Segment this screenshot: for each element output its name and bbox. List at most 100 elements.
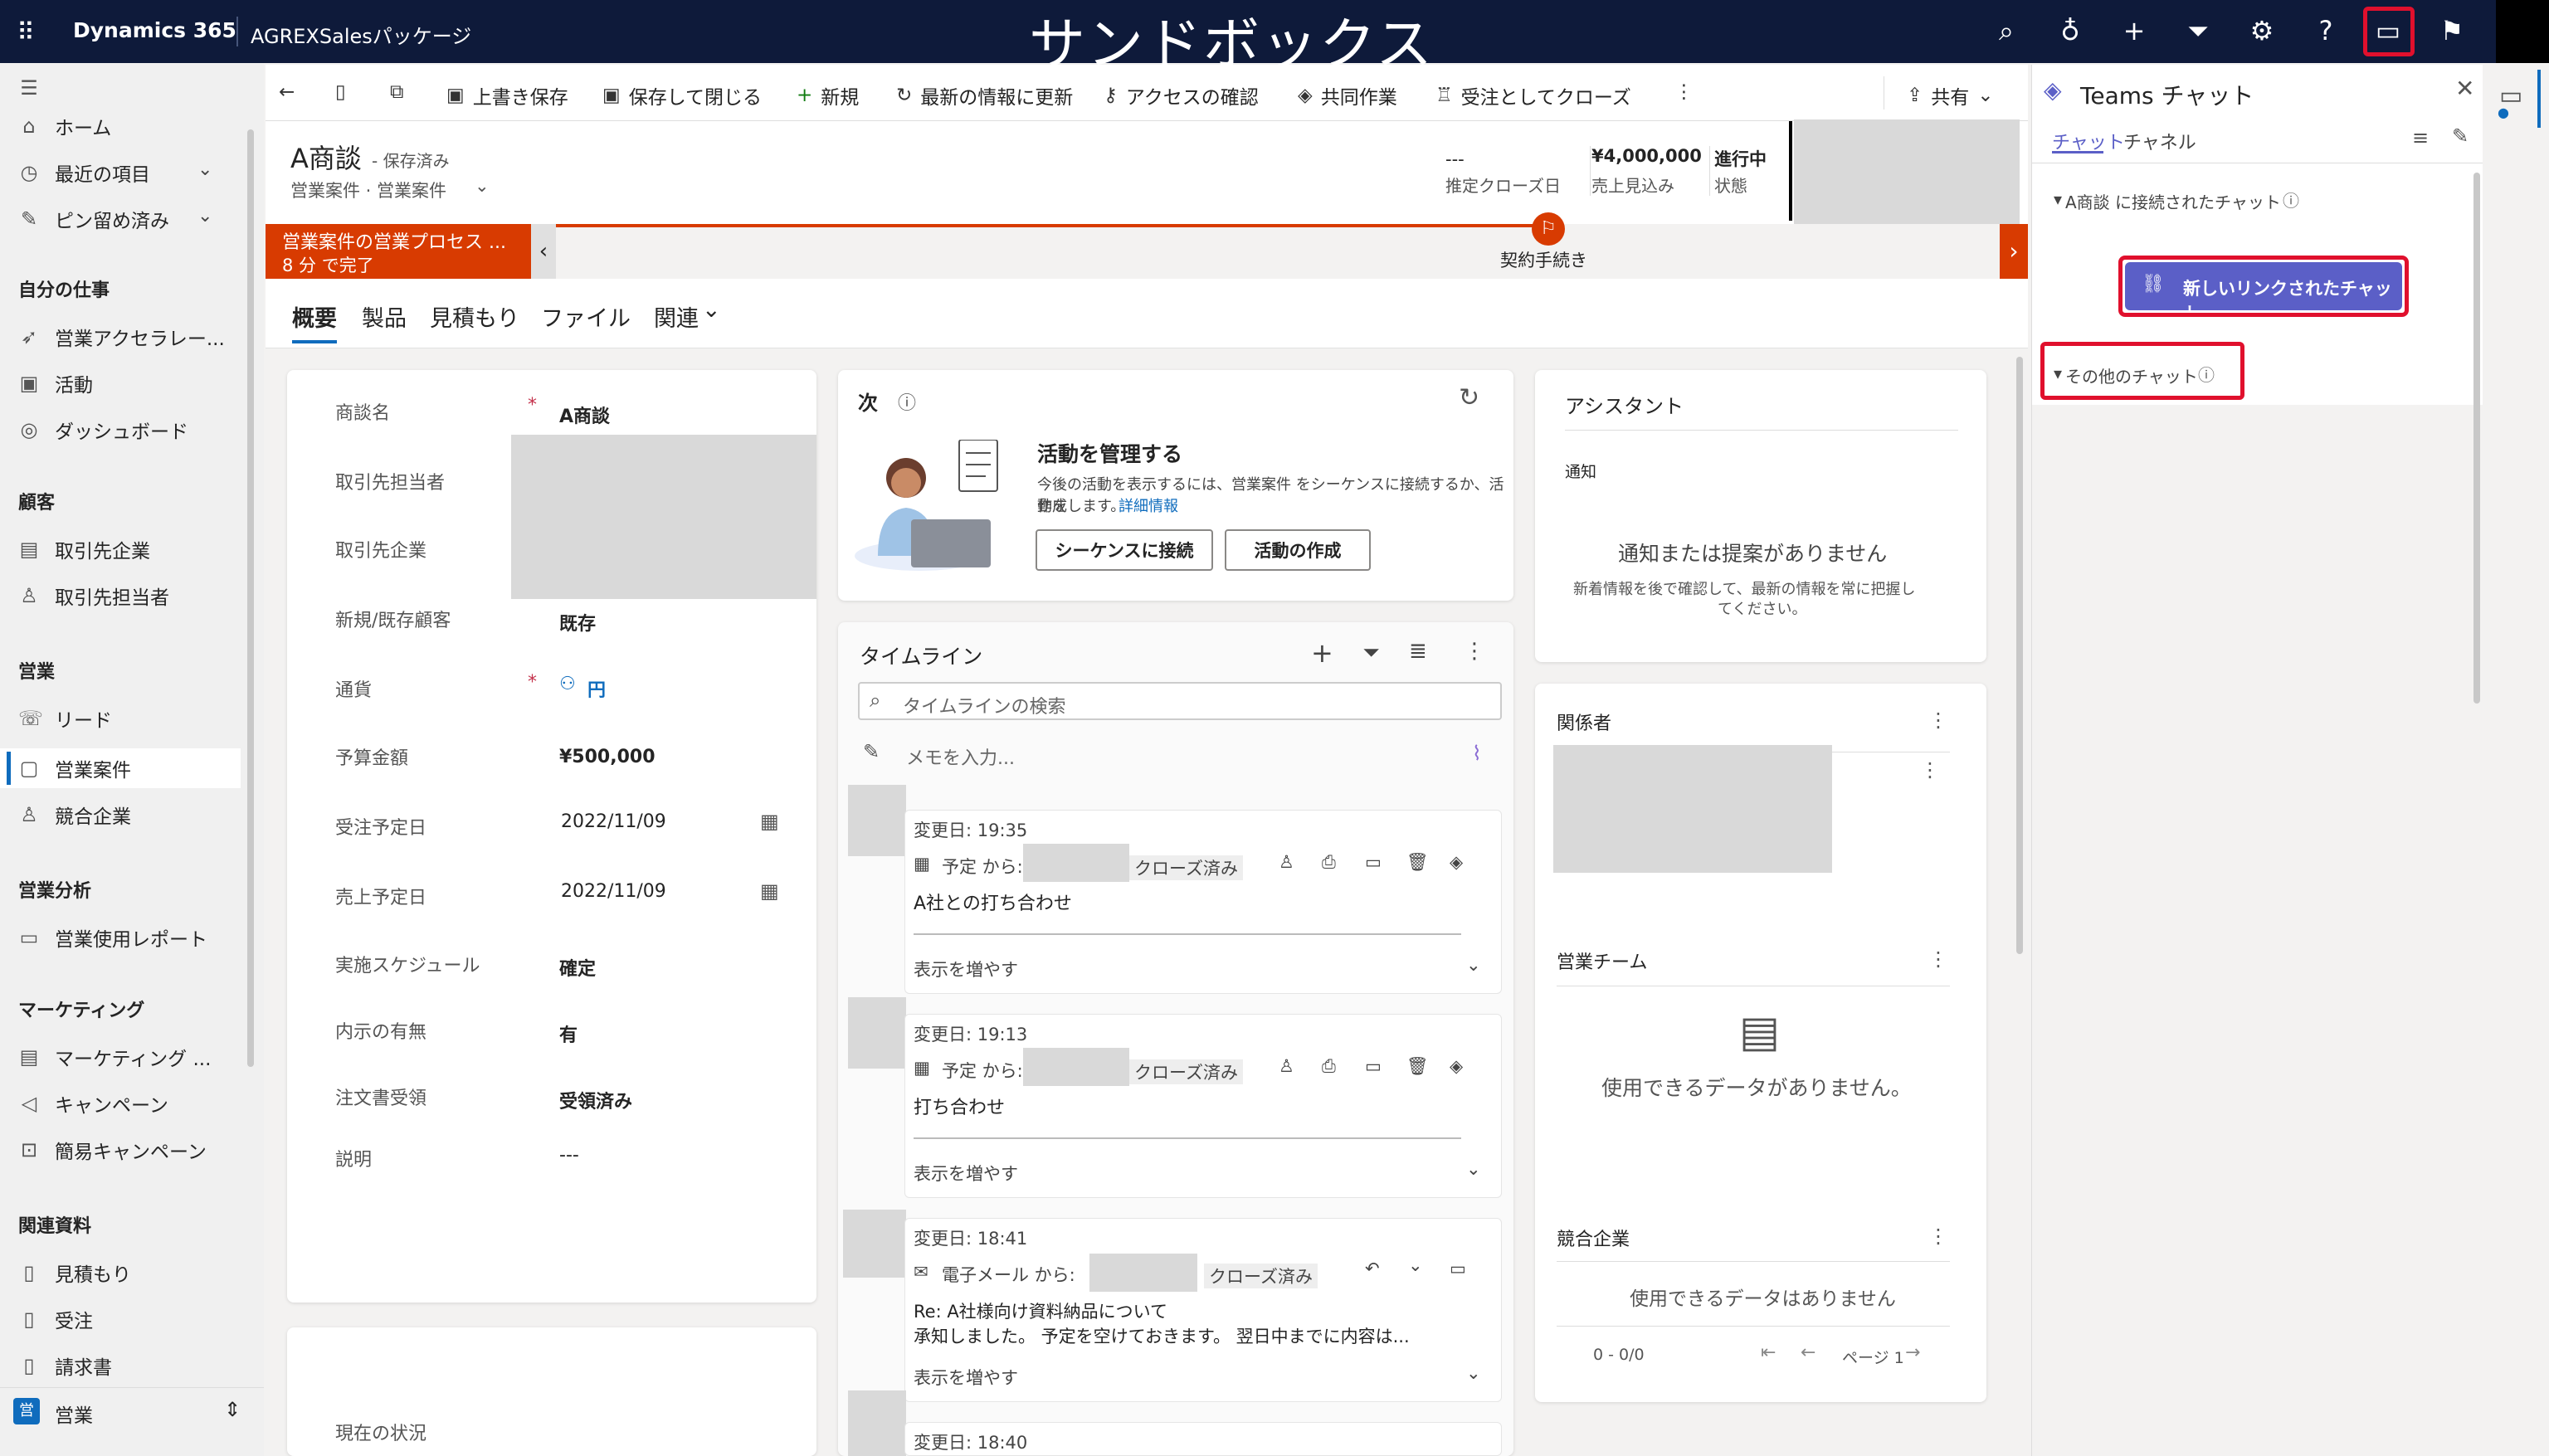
tab-quotes[interactable]: 見積もり bbox=[430, 300, 519, 333]
flag-icon[interactable]: ⚐ bbox=[1532, 212, 1565, 246]
timeline-search-input[interactable]: ⌕ タイムラインの検索 bbox=[858, 682, 1502, 720]
close-activity-icon[interactable]: ⎙ bbox=[1322, 852, 1336, 873]
nav-menu-toggle[interactable]: ☰ bbox=[18, 71, 40, 105]
timeline-item[interactable]: 変更日: 18:41 ✉ 電子メール から: クローズ済み ↶ ⌄ ▭ Re: … bbox=[904, 1218, 1502, 1402]
popout-button[interactable]: ⧉ bbox=[390, 81, 403, 103]
calendar-icon[interactable]: ▦ bbox=[760, 879, 779, 903]
more-vertical-icon[interactable]: ⋮ bbox=[1928, 947, 1948, 971]
chevron-down-icon[interactable]: ⌄ bbox=[197, 206, 212, 226]
main-scrollbar[interactable] bbox=[2016, 357, 2023, 954]
chevron-down-icon[interactable]: ⌄ bbox=[1466, 955, 1481, 975]
nav-item-usage-report[interactable]: ▭ 営業使用レポート bbox=[18, 921, 207, 954]
new-button[interactable]: + 新規 bbox=[797, 81, 859, 110]
plus-icon[interactable]: + bbox=[1311, 637, 1333, 669]
field-value-sales-date[interactable]: 2022/11/09 bbox=[561, 881, 666, 902]
list-view-icon[interactable]: ≣ bbox=[1409, 639, 1427, 664]
settings-icon[interactable]: ⚙ bbox=[2245, 15, 2279, 46]
attachment-icon[interactable]: ⌇ bbox=[1472, 742, 1482, 765]
form-view-button[interactable]: ▯ bbox=[335, 81, 346, 103]
nav-item-accelerator[interactable]: ➶ 営業アクセラレー... bbox=[18, 320, 225, 353]
open-record-icon[interactable]: ▭ bbox=[1450, 1259, 1466, 1278]
nav-item-pinned[interactable]: ✎ ピン留め済み bbox=[18, 202, 169, 236]
chevron-down-icon[interactable]: ⌄ bbox=[1466, 1159, 1481, 1179]
chevron-down-icon[interactable]: ▾ bbox=[2054, 189, 2062, 209]
chevron-down-icon[interactable]: ⌄ bbox=[1408, 1255, 1423, 1275]
note-input[interactable]: メモを入力... bbox=[906, 743, 1015, 770]
refresh-button[interactable]: ↻ 最新の情報に更新 bbox=[896, 81, 1073, 110]
teams-scrollbar[interactable] bbox=[2473, 173, 2480, 704]
check-access-button[interactable]: ⚷ アクセスの確認 bbox=[1104, 81, 1259, 110]
more-vertical-icon[interactable]: ⋮ bbox=[1928, 709, 1948, 732]
field-value-order-date[interactable]: 2022/11/09 bbox=[561, 811, 666, 832]
create-activity-button[interactable]: 活動の作成 bbox=[1225, 529, 1371, 571]
bpf-prev-button[interactable]: ‹ bbox=[531, 224, 556, 279]
entity-form-selector[interactable]: 営業案件 · 営業案件 bbox=[290, 178, 446, 202]
nav-item-quick-campaigns[interactable]: ⊡ 簡易キャンペーン bbox=[18, 1133, 207, 1166]
close-activity-icon[interactable]: ⎙ bbox=[1322, 1056, 1336, 1077]
share-button[interactable]: ⇪ 共有 ⌄ bbox=[1907, 81, 1994, 110]
assign-icon[interactable]: ♙ bbox=[1279, 852, 1294, 872]
timeline-item[interactable]: 変更日: 19:13 ▦ 予定 から: クローズ済み ♙ ⎙ ▭ 🗑 ◈ 打ち合… bbox=[904, 1014, 1502, 1198]
save-close-button[interactable]: ▣ 保存して閉じる bbox=[602, 81, 762, 110]
filter-icon[interactable]: ⏷ bbox=[2181, 15, 2215, 47]
app-name[interactable]: Dynamics 365 bbox=[73, 18, 236, 42]
connect-sequence-button[interactable]: シーケンスに接続 bbox=[1036, 529, 1213, 571]
teams-icon[interactable]: ◈ bbox=[1450, 852, 1463, 872]
nav-item-invoices[interactable]: ▯ 請求書 bbox=[18, 1349, 112, 1382]
more-commands-button[interactable]: ⋮ bbox=[1674, 81, 1694, 103]
field-value-description[interactable]: --- bbox=[559, 1145, 579, 1166]
nav-scrollbar[interactable] bbox=[247, 129, 254, 1067]
field-value-budget[interactable]: ¥500,000 bbox=[559, 747, 656, 767]
lightbulb-icon[interactable]: ♁ bbox=[2054, 15, 2087, 46]
timeline-item[interactable]: 変更日: 18:40 bbox=[904, 1422, 1502, 1456]
nav-item-recent[interactable]: ◷ 最近の項目 bbox=[18, 156, 150, 189]
next-page-icon[interactable]: → bbox=[1905, 1342, 1920, 1363]
search-icon[interactable]: ⌕ bbox=[1990, 15, 2023, 47]
show-more-link[interactable]: 表示を増やす bbox=[914, 1161, 1018, 1186]
tab-summary[interactable]: 概要 bbox=[292, 300, 337, 333]
field-value-customer-type[interactable]: 既存 bbox=[559, 609, 596, 635]
field-value-po-received[interactable]: 受領済み bbox=[559, 1087, 632, 1113]
app-package-name[interactable]: AGREXSalesパッケージ bbox=[251, 20, 471, 49]
reply-icon[interactable]: ↶ bbox=[1365, 1259, 1380, 1278]
nav-item-competitors[interactable]: ♙ 競合企業 bbox=[18, 798, 131, 831]
collaborate-button[interactable]: ◈ 共同作業 bbox=[1298, 81, 1397, 110]
field-value-informal[interactable]: 有 bbox=[559, 1020, 578, 1047]
nav-item-campaigns[interactable]: ◁ キャンペーン bbox=[18, 1087, 168, 1120]
open-record-icon[interactable]: ▭ bbox=[1365, 1056, 1382, 1076]
field-value-name[interactable]: A商談 bbox=[559, 402, 610, 428]
info-icon[interactable]: ⓘ bbox=[2283, 187, 2299, 212]
nav-item-home[interactable]: ⌂ ホーム bbox=[18, 110, 111, 143]
refresh-icon[interactable]: ↻ bbox=[1459, 383, 1479, 412]
nav-item-marketing-lists[interactable]: ▤ マーケティング ... bbox=[18, 1040, 212, 1074]
prev-page-icon[interactable]: ← bbox=[1801, 1342, 1815, 1363]
delete-icon[interactable]: 🗑 bbox=[1406, 852, 1429, 873]
show-more-link[interactable]: 表示を増やす bbox=[914, 957, 1018, 981]
filter-lines-icon[interactable]: ≡ bbox=[2412, 126, 2429, 149]
save-button[interactable]: ▣ 上書き保存 bbox=[446, 81, 568, 110]
show-more-link[interactable]: 表示を増やす bbox=[914, 1365, 1018, 1390]
close-as-won-button[interactable]: ♖ 受注としてクローズ bbox=[1435, 81, 1631, 110]
new-chat-icon[interactable]: ✎ bbox=[2452, 124, 2469, 148]
chevron-down-icon[interactable]: ⌄ bbox=[1466, 1363, 1481, 1383]
chevron-down-icon[interactable]: ⌄ bbox=[197, 159, 212, 180]
info-icon[interactable]: ⓘ bbox=[898, 388, 916, 415]
tab-related[interactable]: 関連 bbox=[654, 300, 699, 333]
bpf-process-chip[interactable]: 営業案件の営業プロセス ... 8 分 で完了 bbox=[266, 224, 531, 279]
chevron-down-icon[interactable]: ⌄ bbox=[475, 176, 490, 196]
open-record-icon[interactable]: ▭ bbox=[1365, 852, 1382, 872]
more-vertical-icon[interactable]: ⋮ bbox=[1920, 758, 1940, 782]
help-icon[interactable]: ? bbox=[2309, 15, 2342, 46]
nav-item-quotes[interactable]: ▯ 見積もり bbox=[18, 1256, 131, 1289]
tab-files[interactable]: ファイル bbox=[541, 300, 631, 333]
teams-icon[interactable]: ◈ bbox=[1450, 1056, 1463, 1076]
area-switcher[interactable]: 営 営業 ⇕ bbox=[0, 1387, 264, 1434]
bpf-next-button[interactable]: › bbox=[2000, 224, 2028, 279]
tab-products[interactable]: 製品 bbox=[362, 300, 407, 333]
nav-item-leads[interactable]: ☏ リード bbox=[18, 702, 112, 735]
chevron-down-icon[interactable]: ⌄ bbox=[702, 297, 721, 323]
filter-icon[interactable]: ⏷ bbox=[1362, 640, 1380, 666]
avatar[interactable] bbox=[2496, 0, 2549, 63]
calendar-icon[interactable]: ▦ bbox=[760, 810, 779, 833]
more-vertical-icon[interactable]: ⋮ bbox=[1464, 639, 1485, 664]
